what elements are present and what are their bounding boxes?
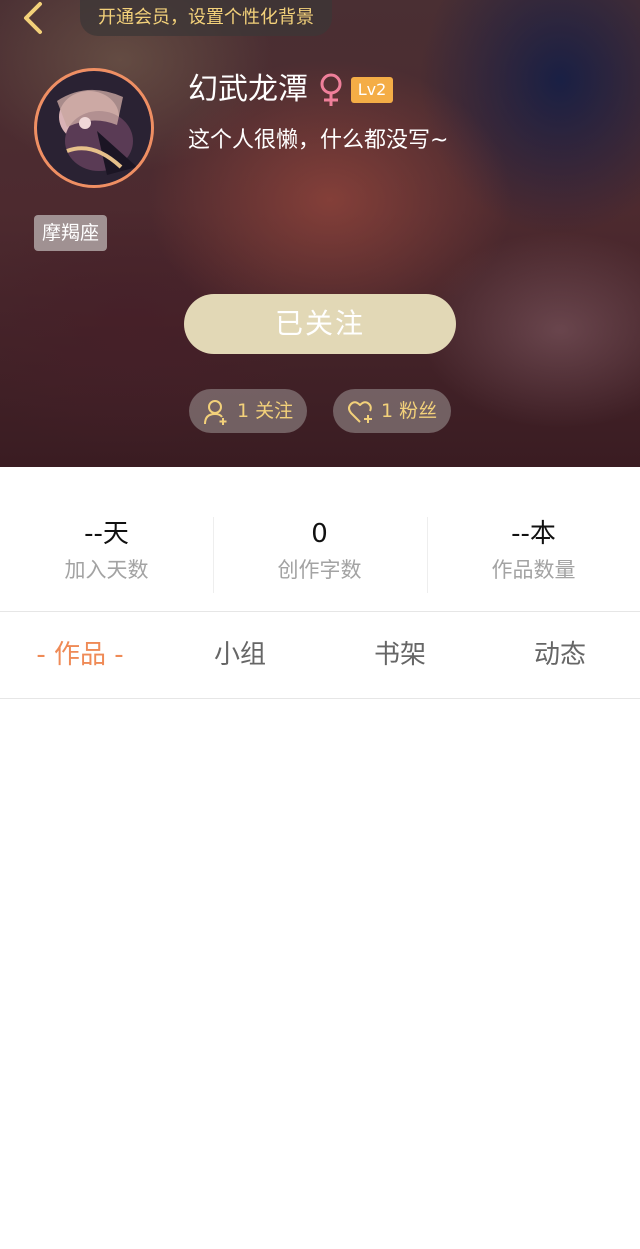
fans-button[interactable]: 1 粉丝 (333, 389, 451, 433)
profile-cover: 开通会员，设置个性化背景 幻武龙潭 Lv2 这个人很懒，什么都没写~ 摩羯座 已… (0, 0, 640, 467)
following-count: 1 关注 (237, 400, 294, 422)
follow-button[interactable]: 已关注 (184, 294, 456, 354)
tab-works[interactable]: - 作品 - (0, 612, 160, 698)
stat-value: 0 (311, 519, 328, 549)
tab-groups[interactable]: 小组 (160, 612, 320, 698)
tab-activity[interactable]: 动态 (480, 612, 640, 698)
stats-row: --天 加入天数 0 创作字数 --本 作品数量 (0, 467, 640, 612)
profile-page: 开通会员，设置个性化背景 幻武龙潭 Lv2 这个人很懒，什么都没写~ 摩羯座 已… (0, 0, 640, 1249)
stat-value: --本 (511, 519, 556, 549)
heart-add-icon (348, 401, 372, 423)
following-button[interactable]: 1 关注 (189, 389, 307, 433)
back-button[interactable] (14, 0, 54, 40)
username: 幻武龙潭 (188, 72, 308, 107)
level-badge: Lv2 (351, 77, 393, 103)
zodiac-tag: 摩羯座 (34, 215, 108, 251)
avatar-image (37, 71, 151, 185)
stat-label: 作品数量 (491, 558, 576, 582)
profile-tabs: - 作品 - 小组 书架 动态 (0, 612, 640, 698)
user-signature: 这个人很懒，什么都没写~ (188, 128, 449, 153)
tab-bookshelf[interactable]: 书架 (320, 612, 480, 698)
stat-label: 创作字数 (277, 558, 362, 582)
stat-value: --天 (84, 519, 129, 549)
avatar[interactable] (34, 68, 154, 188)
stat-label: 加入天数 (64, 558, 149, 582)
stat-word-count: 0 创作字数 (213, 517, 426, 585)
tab-content-area (0, 699, 640, 1249)
female-icon (320, 73, 342, 106)
stat-work-count: --本 作品数量 (427, 517, 640, 585)
stat-join-days: --天 加入天数 (0, 517, 213, 585)
fans-count: 1 粉丝 (381, 400, 438, 422)
chevron-left-icon (24, 2, 42, 34)
add-user-icon (204, 400, 227, 425)
vip-background-banner[interactable]: 开通会员，设置个性化背景 (80, 0, 332, 36)
